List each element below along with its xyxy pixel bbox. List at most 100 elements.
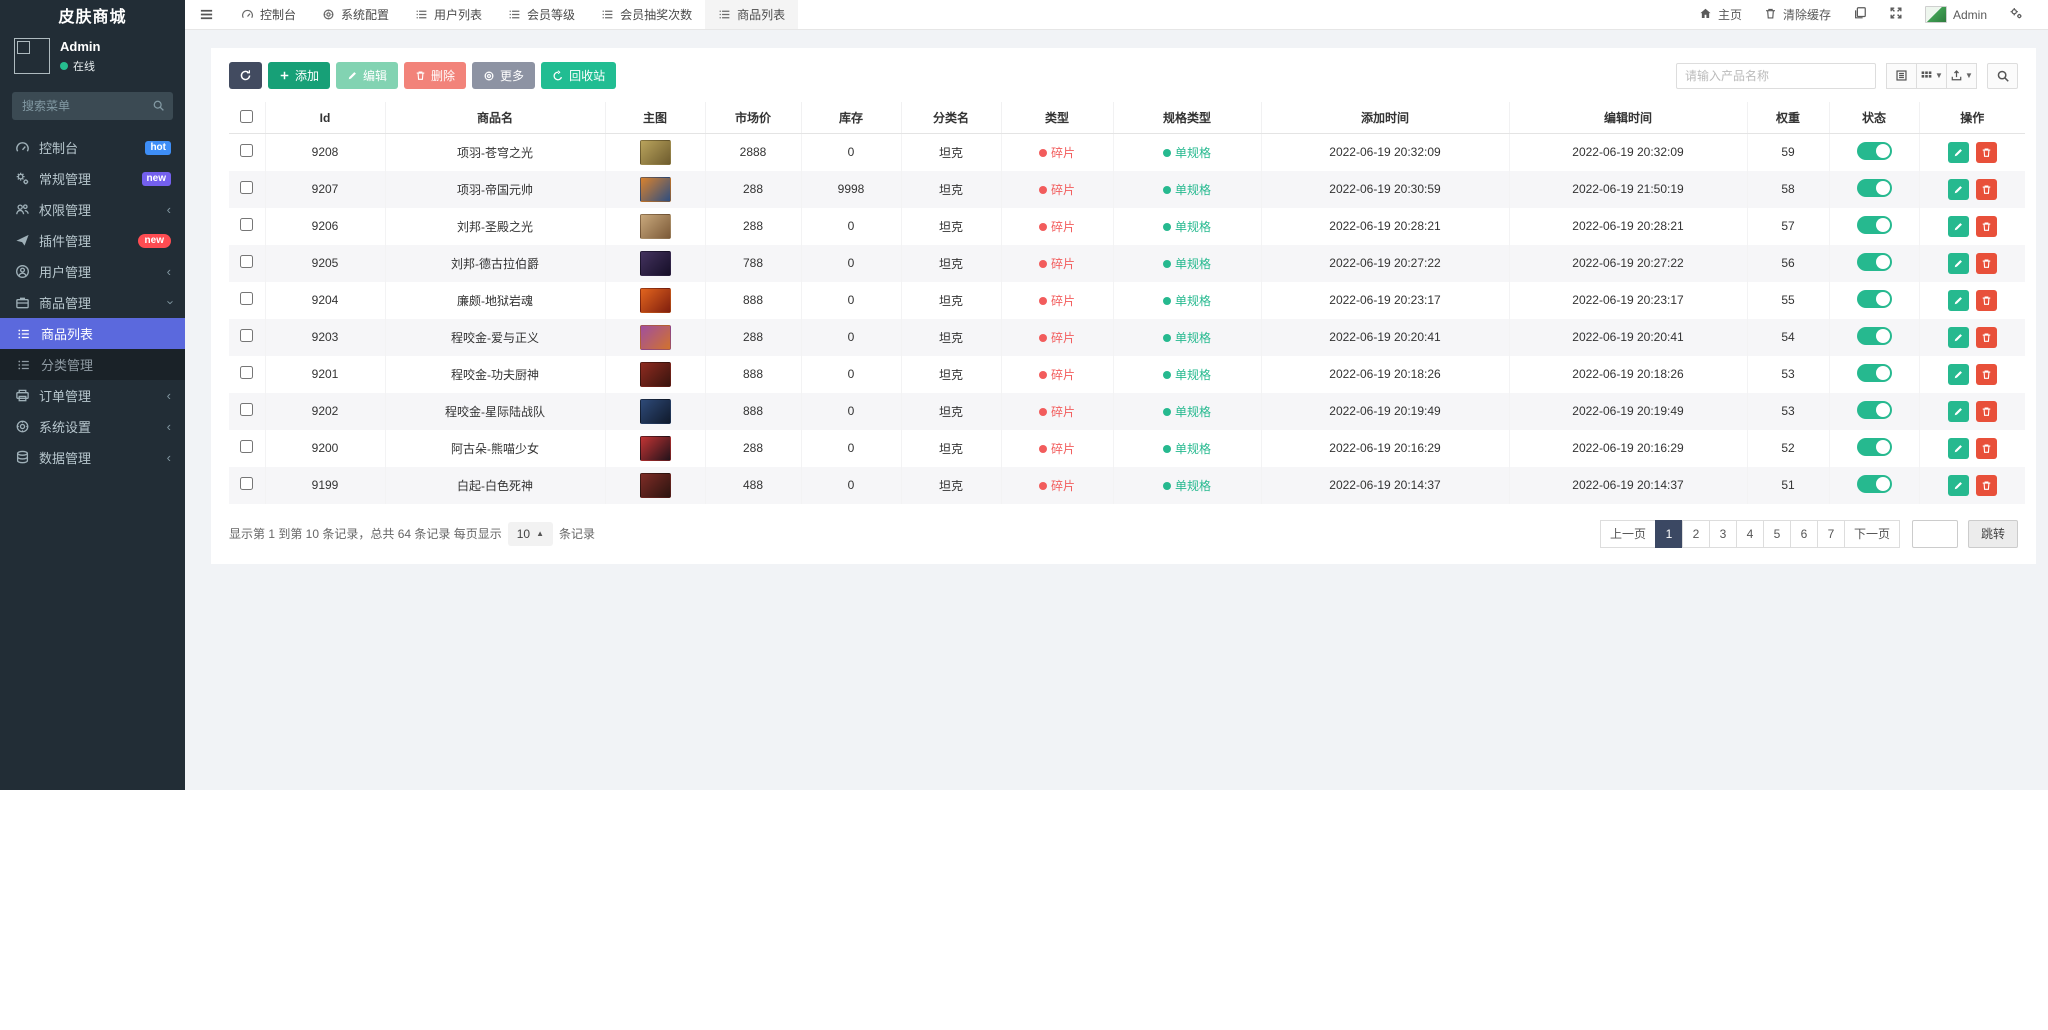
search-submit-button[interactable]	[1987, 62, 2018, 89]
page-button-6[interactable]: 6	[1789, 519, 1818, 548]
sidebar-item-plugins[interactable]: 插件管理 new	[0, 225, 185, 256]
jump-button[interactable]: 跳转	[1967, 519, 2018, 548]
sidebar-item-category-manage[interactable]: 分类管理	[0, 349, 185, 380]
edit-row-button[interactable]	[1947, 400, 1969, 422]
product-thumbnail[interactable]	[639, 139, 671, 165]
recycle-bin-button[interactable]: 回收站	[541, 62, 617, 89]
row-checkbox[interactable]	[240, 181, 254, 194]
page-button-3[interactable]: 3	[1708, 519, 1737, 548]
delete-row-button[interactable]	[1975, 400, 1997, 422]
edit-toolbar-button[interactable]: 编辑	[336, 62, 399, 89]
product-thumbnail[interactable]	[639, 176, 671, 202]
status-toggle[interactable]	[1856, 141, 1892, 160]
copy-pages-button[interactable]	[1842, 6, 1878, 23]
product-thumbnail[interactable]	[639, 324, 671, 350]
row-checkbox[interactable]	[240, 292, 254, 305]
tab-dashboard[interactable]: 控制台	[228, 0, 309, 29]
add-button[interactable]: 添加	[268, 62, 331, 89]
home-link[interactable]: 主页	[1688, 6, 1753, 23]
row-checkbox[interactable]	[240, 144, 254, 158]
delete-row-button[interactable]	[1975, 141, 1997, 163]
row-checkbox[interactable]	[240, 403, 254, 416]
sidebar-item-dashboard[interactable]: 控制台 hot	[0, 132, 185, 163]
delete-row-button[interactable]	[1975, 474, 1997, 496]
edit-row-button[interactable]	[1947, 437, 1969, 459]
sidebar-item-orders[interactable]: 订单管理 ‹	[0, 380, 185, 411]
status-toggle[interactable]	[1856, 474, 1892, 493]
status-toggle[interactable]	[1856, 215, 1892, 234]
tab-user-list[interactable]: 用户列表	[402, 0, 495, 29]
delete-row-button[interactable]	[1975, 326, 1997, 348]
delete-row-button[interactable]	[1975, 252, 1997, 274]
row-checkbox[interactable]	[240, 366, 254, 379]
more-button[interactable]: 更多	[472, 62, 536, 89]
status-toggle[interactable]	[1856, 289, 1892, 308]
sidebar-item-products[interactable]: 商品管理 ‹	[0, 287, 185, 318]
row-checkbox[interactable]	[240, 329, 254, 342]
product-thumbnail[interactable]	[639, 398, 671, 424]
delete-row-button[interactable]	[1975, 437, 1997, 459]
export-dropdown-button[interactable]: ▼	[1946, 62, 1977, 89]
select-all-checkbox[interactable]	[240, 109, 254, 123]
edit-row-button[interactable]	[1947, 474, 1969, 496]
page-size-select[interactable]: 10 ▲	[507, 521, 553, 546]
status-toggle[interactable]	[1856, 326, 1892, 345]
edit-row-button[interactable]	[1947, 363, 1969, 385]
delete-row-button[interactable]	[1975, 363, 1997, 385]
page-button-2[interactable]: 2	[1681, 519, 1710, 548]
edit-row-button[interactable]	[1947, 289, 1969, 311]
product-thumbnail[interactable]	[639, 213, 671, 239]
product-thumbnail[interactable]	[639, 287, 671, 313]
row-checkbox[interactable]	[240, 255, 254, 268]
sidebar-item-general[interactable]: 常规管理 new	[0, 163, 185, 194]
status-toggle[interactable]	[1856, 363, 1892, 382]
delete-toolbar-button[interactable]: 删除	[404, 62, 467, 89]
sidebar-item-data-manage[interactable]: 数据管理 ‹	[0, 442, 185, 473]
edit-row-button[interactable]	[1947, 215, 1969, 237]
user-menu[interactable]: Admin	[1914, 6, 1998, 23]
sidebar-item-system-settings[interactable]: 系统设置 ‹	[0, 411, 185, 442]
view-list-button[interactable]	[1886, 62, 1917, 89]
tab-product-list[interactable]: 商品列表	[705, 0, 799, 29]
clear-cache-link[interactable]: 清除缓存	[1753, 6, 1842, 23]
cell-weight: 54	[1747, 318, 1830, 356]
delete-row-button[interactable]	[1975, 215, 1997, 237]
next-page-button[interactable]: 下一页	[1843, 519, 1900, 548]
sidebar-item-product-list[interactable]: 商品列表	[0, 318, 185, 349]
row-checkbox[interactable]	[240, 218, 254, 231]
delete-row-button[interactable]	[1975, 178, 1997, 200]
jump-page-input[interactable]	[1911, 519, 1958, 548]
page-button-5[interactable]: 5	[1762, 519, 1791, 548]
page-button-4[interactable]: 4	[1735, 519, 1764, 548]
page-button-1[interactable]: 1	[1654, 519, 1683, 548]
sidebar-search-input[interactable]	[12, 92, 173, 120]
sidebar-item-permissions[interactable]: 权限管理 ‹	[0, 194, 185, 225]
edit-row-button[interactable]	[1947, 326, 1969, 348]
menu-toggle-button[interactable]	[185, 0, 228, 29]
product-search-input[interactable]	[1676, 62, 1876, 89]
page-button-7[interactable]: 7	[1816, 519, 1845, 548]
row-checkbox[interactable]	[240, 440, 254, 453]
product-thumbnail[interactable]	[639, 472, 671, 498]
delete-row-button[interactable]	[1975, 289, 1997, 311]
prev-page-button[interactable]: 上一页	[1599, 519, 1656, 548]
refresh-button[interactable]	[229, 62, 262, 89]
tab-member-level[interactable]: 会员等级	[495, 0, 588, 29]
edit-row-button[interactable]	[1947, 252, 1969, 274]
tab-system-config[interactable]: 系统配置	[309, 0, 402, 29]
sidebar-item-users[interactable]: 用户管理 ‹	[0, 256, 185, 287]
product-thumbnail[interactable]	[639, 435, 671, 461]
settings-menu-button[interactable]	[1998, 6, 2034, 23]
product-thumbnail[interactable]	[639, 361, 671, 387]
edit-row-button[interactable]	[1947, 178, 1969, 200]
status-toggle[interactable]	[1856, 178, 1892, 197]
edit-row-button[interactable]	[1947, 141, 1969, 163]
status-toggle[interactable]	[1856, 400, 1892, 419]
columns-dropdown-button[interactable]: ▼	[1916, 62, 1947, 89]
status-toggle[interactable]	[1856, 252, 1892, 271]
row-checkbox[interactable]	[240, 477, 254, 490]
product-thumbnail[interactable]	[639, 250, 671, 276]
status-toggle[interactable]	[1856, 437, 1892, 456]
fullscreen-button[interactable]	[1878, 6, 1914, 23]
tab-member-draws[interactable]: 会员抽奖次数	[588, 0, 705, 29]
